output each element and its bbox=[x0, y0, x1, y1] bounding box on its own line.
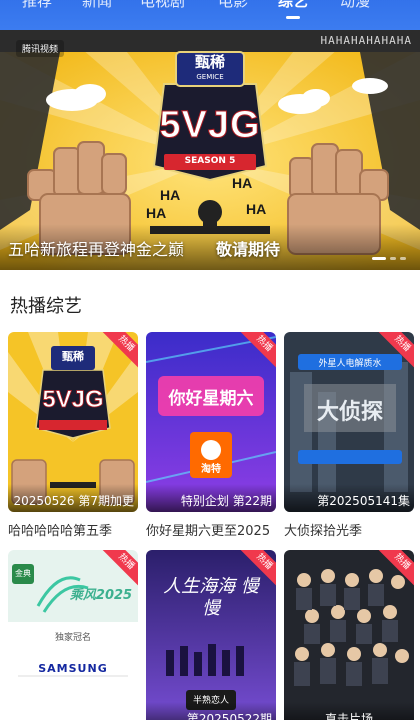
poster-brand: 金典 bbox=[15, 569, 31, 578]
poster-show-logo: 5VJG bbox=[42, 386, 104, 414]
banner-teaser: 敬请期待 bbox=[216, 240, 281, 259]
svg-text:HA: HA bbox=[160, 187, 180, 203]
pagination-dot[interactable] bbox=[390, 257, 396, 260]
banner-show-logo: 5VJG bbox=[159, 104, 261, 147]
pagination-dot-active[interactable] bbox=[372, 257, 386, 260]
show-title[interactable]: 大侦探拾光季 bbox=[284, 520, 414, 539]
poster-title: 人生海海 慢慢 bbox=[163, 576, 259, 619]
show-poster[interactable]: 热播 直击片场 bbox=[284, 550, 414, 720]
tab-variety[interactable]: 综艺 bbox=[278, 0, 308, 11]
episode-label: 20250526 第7期加更 bbox=[8, 484, 138, 512]
episode-label: 第20250522期 bbox=[146, 702, 276, 720]
tab-recommend[interactable]: 推荐 bbox=[22, 0, 52, 11]
top-nav: 推荐 新闻 电视剧 电影 综艺 动漫 bbox=[0, 0, 420, 30]
show-card[interactable]: 甄稀 5VJG 热播 20250526 第7期加更 哈哈哈哈哈第五季 bbox=[8, 332, 138, 539]
show-poster[interactable]: 金典 乘风2025 独家冠名 SAMSUNG 热播 bbox=[8, 550, 138, 720]
svg-text:HA: HA bbox=[246, 201, 266, 217]
episode-label: 直击片场 bbox=[284, 702, 414, 720]
tab-news[interactable]: 新闻 bbox=[82, 0, 112, 11]
hero-banner[interactable]: HA HA HA HA 腾讯视频 HAHAHAHAHAHA 甄稀 GEMICE … bbox=[0, 30, 420, 270]
pagination-dot[interactable] bbox=[400, 257, 406, 260]
show-card[interactable]: 你好星期六 淘特 热播 特别企划 第22期 你好星期六更至2025 bbox=[146, 332, 276, 539]
section-title: 热播综艺 bbox=[10, 296, 82, 317]
show-poster[interactable]: 人生海海 慢慢 半熟恋人 热播 第20250522期 bbox=[146, 550, 276, 720]
poster-logo-text: 甄稀 bbox=[62, 350, 84, 363]
banner-pagination bbox=[372, 257, 406, 260]
banner-logo-text: 甄稀 bbox=[194, 53, 225, 71]
tab-tv[interactable]: 电视剧 bbox=[140, 0, 185, 11]
tab-anime[interactable]: 动漫 bbox=[340, 0, 370, 11]
show-poster[interactable]: 你好星期六 淘特 热播 特别企划 第22期 bbox=[146, 332, 276, 512]
banner-logo: 甄稀 GEMICE bbox=[176, 52, 244, 86]
show-title[interactable]: 哈哈哈哈哈第五季 bbox=[8, 520, 138, 539]
poster-title: 你好星期六 bbox=[168, 389, 254, 409]
poster-title: 大侦探 bbox=[316, 400, 383, 425]
poster-sponsor: 外星人电解质水 bbox=[318, 359, 382, 369]
poster-sponsor-label: 独家冠名 bbox=[54, 633, 91, 643]
svg-text:HA: HA bbox=[232, 175, 252, 191]
show-title[interactable]: 你好星期六更至2025 bbox=[146, 520, 276, 539]
poster-title: 乘风2025 bbox=[69, 588, 133, 603]
poster-art bbox=[284, 550, 414, 720]
banner-logo-sub: GEMICE bbox=[196, 73, 224, 81]
show-poster[interactable]: 外星人电解质水 大侦探 热播 第202505141集 bbox=[284, 332, 414, 512]
episode-label: 第202505141集 bbox=[284, 484, 414, 512]
banner-season: SEASON 5 bbox=[184, 156, 236, 166]
show-card[interactable]: 人生海海 慢慢 半熟恋人 热播 第20250522期 bbox=[146, 550, 276, 720]
banner-ha-strip: HAHAHAHAHAHA bbox=[320, 34, 412, 47]
show-card[interactable]: 外星人电解质水 大侦探 热播 第202505141集 大侦探拾光季 bbox=[284, 332, 414, 539]
poster-sponsor: 淘特 bbox=[201, 464, 221, 475]
tab-movie[interactable]: 电影 bbox=[218, 0, 248, 11]
poster-samsung: SAMSUNG bbox=[38, 662, 108, 675]
show-card[interactable]: 金典 乘风2025 独家冠名 SAMSUNG 热播 bbox=[8, 550, 138, 720]
episode-label: 特别企划 第22期 bbox=[146, 484, 276, 512]
banner-brand-tag: 腾讯视频 bbox=[16, 40, 65, 57]
show-poster[interactable]: 甄稀 5VJG 热播 20250526 第7期加更 bbox=[8, 332, 138, 512]
svg-text:HA: HA bbox=[146, 205, 166, 221]
banner-caption: 五哈新旅程再登神金之巅 bbox=[8, 240, 185, 259]
show-card[interactable]: 热播 直击片场 bbox=[284, 550, 414, 720]
